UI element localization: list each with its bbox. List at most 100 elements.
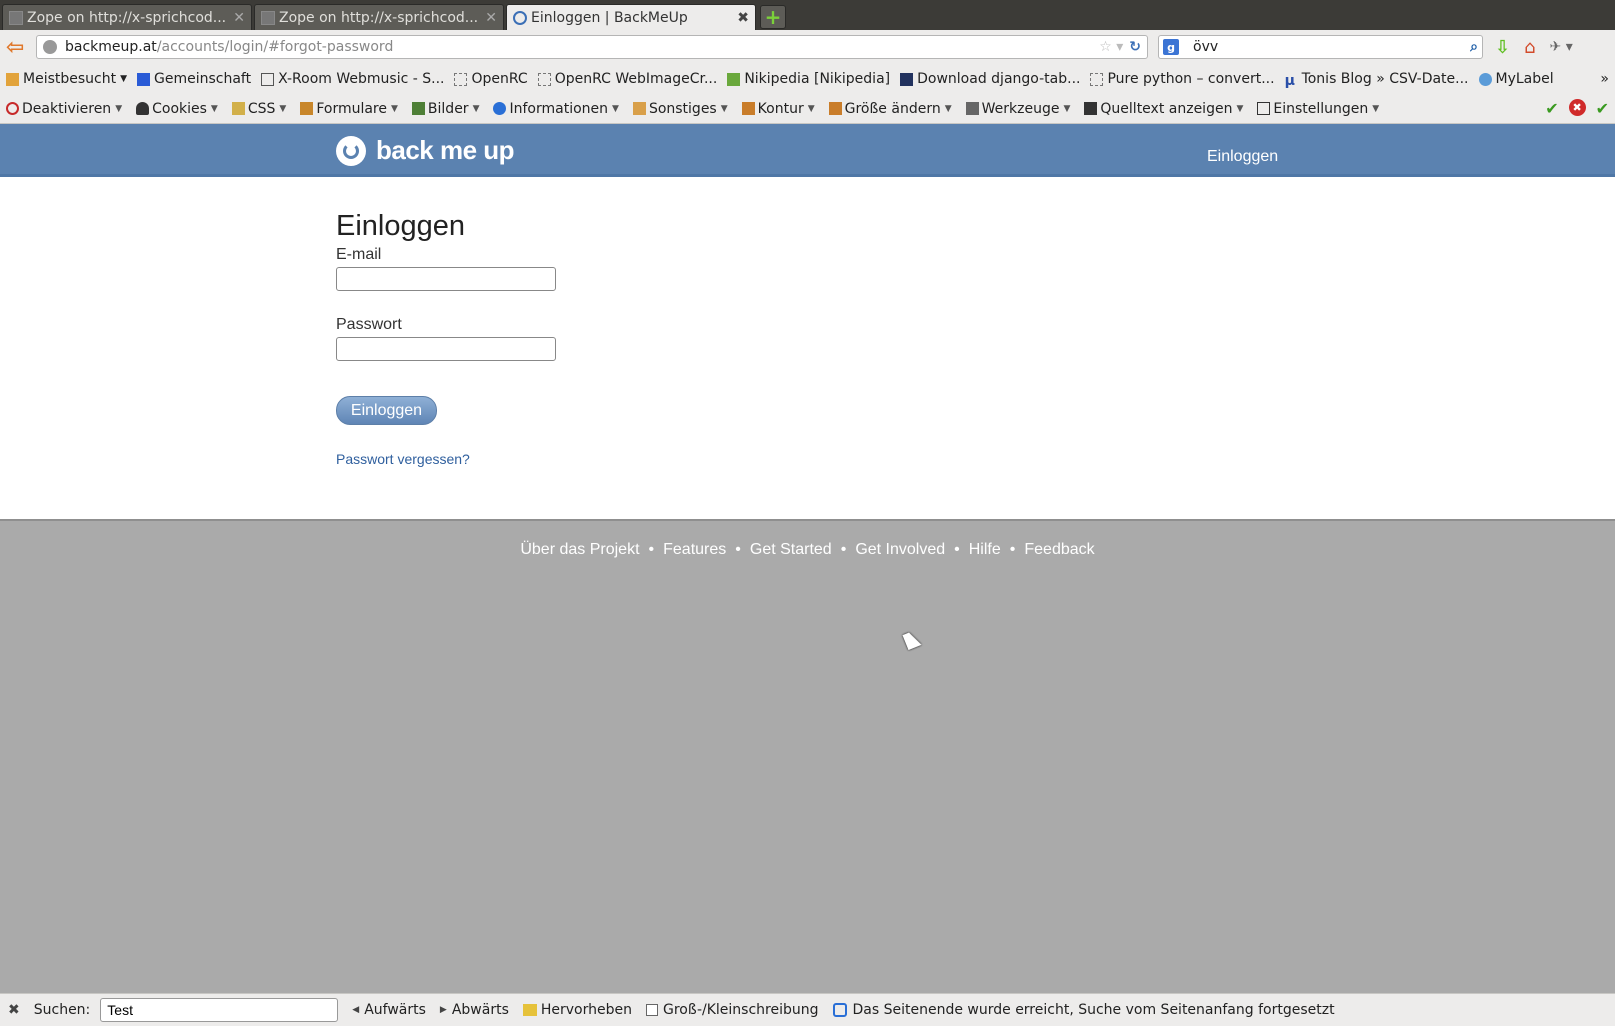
chevron-down-icon: ▼: [472, 103, 480, 114]
reload-icon[interactable]: ↻: [1129, 39, 1141, 55]
bookmark-star-icon[interactable]: ☆ ▾: [1099, 39, 1123, 55]
find-input[interactable]: [100, 998, 339, 1022]
bookmark-item[interactable]: X-Room Webmusic - S...: [261, 71, 444, 87]
footer-link-get-involved[interactable]: Get Involved: [853, 541, 947, 559]
bookmark-item[interactable]: MyLabel: [1478, 71, 1554, 87]
header-login-link[interactable]: Einloggen: [1207, 148, 1278, 166]
footer-link-help[interactable]: Hilfe: [967, 541, 1003, 559]
image-icon: [411, 102, 425, 115]
footer-link-feedback[interactable]: Feedback: [1022, 541, 1096, 559]
check-icon[interactable]: ✔: [1596, 99, 1609, 118]
devtool-quelltext[interactable]: Quelltext anzeigen ▼: [1084, 101, 1243, 117]
devtool-werkzeuge[interactable]: Werkzeuge ▼: [965, 100, 1071, 117]
browser-tab-active[interactable]: Einloggen | BackMeUp ✖: [506, 4, 756, 30]
match-case-checkbox[interactable]: Groß-/Kleinschreibung: [646, 1002, 819, 1018]
devtool-groesse-aendern[interactable]: Größe ändern ▼: [828, 101, 952, 117]
backmeup-logo-icon: [336, 135, 366, 166]
navigation-bar: ⇦ backmeup.at /accounts/login/#forgot-pa…: [0, 30, 1615, 64]
back-arrow-icon[interactable]: ⇦: [6, 35, 36, 60]
email-field[interactable]: [336, 267, 556, 291]
devtool-label: Werkzeuge: [981, 100, 1060, 117]
bookmark-item[interactable]: OpenRC: [454, 71, 528, 87]
brand-logo-link[interactable]: back me up: [336, 135, 515, 166]
tab-bar: Zope on http://x-sprichcod... ✕ Zope on …: [0, 0, 1615, 30]
chevron-down-icon: ▼: [1063, 103, 1071, 114]
password-label: Passwort: [336, 316, 402, 333]
css-icon: [231, 102, 245, 115]
home-icon[interactable]: ⌂: [1524, 37, 1535, 58]
outline-icon: [741, 102, 755, 115]
find-next-button[interactable]: ▶ Abwärts: [440, 1002, 509, 1018]
close-icon[interactable]: ✖: [8, 1002, 20, 1018]
highlight-button[interactable]: Hervorheben: [522, 1002, 632, 1018]
footer-link-get-started[interactable]: Get Started: [748, 541, 834, 559]
close-tab-icon[interactable]: ✖: [737, 10, 749, 26]
bookmark-item[interactable]: Pure python – convert...: [1090, 71, 1275, 87]
close-tab-icon[interactable]: ✕: [485, 10, 497, 26]
footer-link-features[interactable]: Features: [661, 541, 728, 559]
highlight-label: Hervorheben: [540, 1002, 632, 1018]
login-button[interactable]: Einloggen: [336, 396, 437, 425]
error-icon[interactable]: ✖: [1568, 99, 1586, 116]
devtool-label: Cookies: [152, 100, 207, 117]
bookmark-item[interactable]: Gemeinschaft: [137, 71, 251, 87]
bookmark-item[interactable]: Download django-tab...: [900, 71, 1080, 87]
footer-link-about[interactable]: Über das Projekt: [518, 541, 641, 559]
cookie-icon: [136, 102, 150, 115]
match-case-label: Groß-/Kleinschreibung: [663, 1002, 819, 1018]
g-icon: [137, 72, 151, 86]
mu-icon: μ: [1284, 72, 1295, 89]
chevron-down-icon: ▼: [120, 74, 128, 84]
footer-separator: •: [735, 541, 741, 558]
chevron-down-icon: ▼: [807, 103, 815, 114]
find-previous-button[interactable]: ◀ Aufwärts: [352, 1002, 426, 1018]
devtool-informationen[interactable]: Informationen ▼: [493, 101, 619, 117]
highlighter-icon: [522, 1004, 537, 1016]
devtool-bilder[interactable]: Bilder ▼: [411, 101, 480, 117]
search-bar[interactable]: g övv ⌕: [1158, 35, 1483, 59]
devtool-label: Deaktivieren: [22, 100, 112, 117]
devtool-deaktivieren[interactable]: Deaktivieren ▼: [6, 101, 122, 117]
bookmark-label: MyLabel: [1495, 71, 1554, 87]
download-icon[interactable]: ⇩: [1495, 37, 1510, 58]
arrow-right-icon: ▶: [439, 1005, 447, 1015]
check-icon[interactable]: ✔: [1545, 99, 1558, 118]
new-tab-button[interactable]: +: [760, 5, 786, 29]
url-host: backmeup.at: [65, 39, 157, 55]
find-status: Das Seitenende wurde erreicht, Suche vom…: [832, 1002, 1335, 1018]
page-icon: [261, 10, 275, 25]
password-field[interactable]: [336, 337, 556, 361]
devtool-css[interactable]: CSS ▼: [231, 101, 286, 117]
devtool-cookies[interactable]: Cookies ▼: [136, 101, 218, 117]
devtool-sonstiges[interactable]: Sonstiges ▼: [632, 101, 728, 117]
tab-title: Zope on http://x-sprichcod...: [27, 9, 227, 26]
google-icon[interactable]: g: [1163, 39, 1179, 55]
bookmark-item[interactable]: OpenRC WebImageCr...: [537, 71, 718, 87]
email-label: E-mail: [336, 246, 382, 263]
chevron-down-icon: ▼: [720, 103, 728, 114]
addon-icon[interactable]: ✈ ▾: [1550, 39, 1573, 55]
search-input[interactable]: övv: [1193, 39, 1470, 55]
devtool-einstellungen[interactable]: Einstellungen ▼: [1257, 101, 1379, 117]
page-icon: [454, 72, 468, 86]
devtool-label: Kontur: [757, 100, 804, 117]
browser-tab[interactable]: Zope on http://x-sprichcod... ✕: [2, 4, 252, 30]
forgot-password-link[interactable]: Passwort vergessen?: [336, 451, 470, 467]
search-icon[interactable]: ⌕: [1470, 39, 1478, 55]
bookmark-item[interactable]: Nikipedia [Nikipedia]: [727, 71, 890, 87]
footer-separator: •: [840, 541, 847, 558]
resize-icon: [828, 102, 842, 115]
devtool-kontur[interactable]: Kontur ▼: [741, 100, 815, 117]
devtool-formulare[interactable]: Formulare ▼: [300, 101, 398, 117]
browser-tab[interactable]: Zope on http://x-sprichcod... ✕: [254, 4, 504, 30]
bookmark-item[interactable]: μ Tonis Blog » CSV-Date...: [1284, 71, 1469, 89]
info-icon: [493, 102, 507, 115]
bookmark-label: OpenRC WebImageCr...: [554, 71, 718, 87]
bookmark-label: Tonis Blog » CSV-Date...: [1301, 71, 1469, 87]
bookmark-meistbesucht[interactable]: Meistbesucht ▼: [6, 71, 127, 87]
close-tab-icon[interactable]: ✕: [233, 10, 245, 26]
url-bar[interactable]: backmeup.at /accounts/login/#forgot-pass…: [36, 35, 1148, 59]
checkbox-icon[interactable]: [646, 1004, 658, 1016]
login-content: Einloggen E-mail Passwort Einloggen Pass…: [0, 177, 1615, 521]
bookmarks-more-button[interactable]: »: [1600, 71, 1609, 87]
